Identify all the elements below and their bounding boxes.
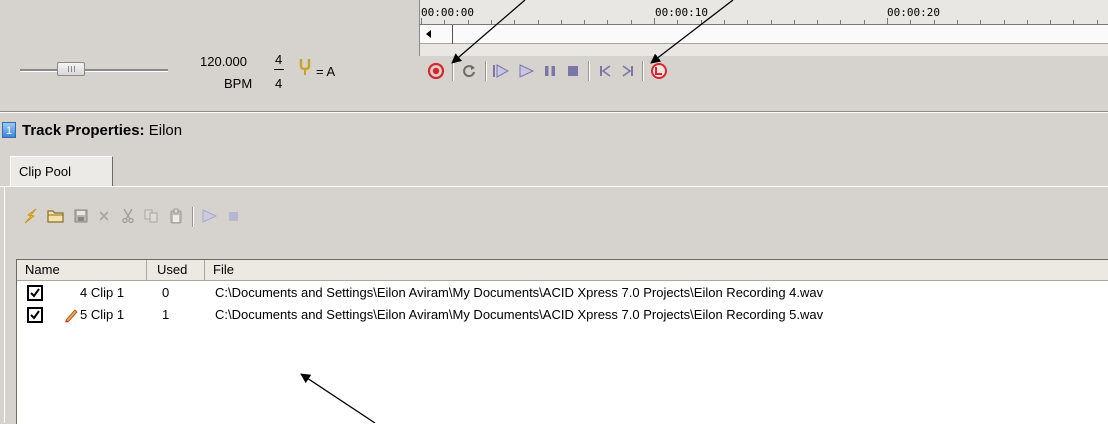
paste-icon xyxy=(170,208,182,224)
stop-icon xyxy=(229,212,238,221)
track-number-icon: 1 xyxy=(2,122,16,138)
pause-icon xyxy=(545,66,555,76)
play-from-start-icon xyxy=(493,64,510,78)
time-signature-denominator[interactable]: 4 xyxy=(275,76,282,91)
playhead[interactable] xyxy=(452,25,453,44)
master-volume-slider-track[interactable] xyxy=(20,69,168,72)
row-checkbox[interactable] xyxy=(27,307,43,323)
pane-divider-highlight xyxy=(0,112,1108,113)
record-clip-button[interactable] xyxy=(20,204,42,228)
pencil-icon xyxy=(65,309,78,323)
go-to-start-button[interactable] xyxy=(594,57,616,85)
stop-clip-button[interactable] xyxy=(222,204,244,228)
timeline-mark: 00:00:20 xyxy=(887,6,940,19)
toolbar-separator xyxy=(485,61,487,81)
toolbar-separator xyxy=(452,61,454,81)
track-properties-title: Track Properties: Eilon xyxy=(22,122,182,139)
delete-icon xyxy=(99,211,109,221)
clip-name[interactable]: 4 Clip 1 xyxy=(80,282,124,304)
column-header-file[interactable]: File xyxy=(205,260,1108,280)
toolbar-separator xyxy=(192,207,194,227)
timeline-mark: 00:00:10 xyxy=(655,6,708,19)
go-to-end-button[interactable] xyxy=(617,57,639,85)
loop-icon xyxy=(463,65,475,78)
column-header-name[interactable]: Name xyxy=(17,260,147,280)
go-to-start-icon xyxy=(600,65,611,77)
toolbar-separator xyxy=(588,61,590,81)
loop-button[interactable] xyxy=(458,57,480,85)
column-header-used[interactable]: Used xyxy=(147,260,205,280)
copy-icon xyxy=(144,209,158,223)
play-clip-button[interactable] xyxy=(198,204,220,228)
list-header: Name Used File xyxy=(17,260,1108,281)
tempo-value[interactable]: 120.000 xyxy=(200,54,247,69)
paste-button[interactable] xyxy=(165,204,187,228)
save-button[interactable] xyxy=(70,204,92,228)
clip-file-path: C:\Documents and Settings\Eilon Aviram\M… xyxy=(215,285,824,300)
clip-used-count: 1 xyxy=(162,307,170,322)
pitch-label[interactable]: = A xyxy=(316,64,335,79)
timeline-mark: 00:00:00 xyxy=(421,6,474,19)
cut-icon xyxy=(122,208,134,224)
cut-button[interactable] xyxy=(117,204,139,228)
checkmark-icon xyxy=(30,310,40,320)
track-properties-label: Track Properties: xyxy=(22,122,145,139)
clip-used-count: 0 xyxy=(162,285,170,300)
checkmark-icon xyxy=(30,288,40,298)
stop-icon xyxy=(568,66,578,76)
clip-file-path: C:\Documents and Settings\Eilon Aviram\M… xyxy=(215,307,824,322)
tab-panel-border xyxy=(4,186,5,423)
open-folder-button[interactable] xyxy=(45,204,67,228)
timeline-scrollbar[interactable] xyxy=(420,25,1108,44)
table-row[interactable]: 5 Clip 1 1 C:\Documents and Settings\Eil… xyxy=(17,304,1108,326)
folder-open-icon xyxy=(47,210,64,223)
record-button[interactable] xyxy=(425,57,447,85)
record-icon xyxy=(427,62,445,80)
metronome-button[interactable] xyxy=(648,57,670,85)
go-to-end-icon xyxy=(622,65,633,77)
track-name: Eilon xyxy=(148,122,183,139)
play-icon xyxy=(202,209,218,223)
toolbar-separator xyxy=(642,61,644,81)
table-row[interactable]: 4 Clip 1 0 C:\Documents and Settings\Eil… xyxy=(17,282,1108,304)
pause-button[interactable] xyxy=(539,57,561,85)
scroll-left-arrow-icon[interactable] xyxy=(421,27,437,41)
time-signature-divider xyxy=(274,69,284,70)
play-icon xyxy=(519,64,535,78)
clip-name[interactable]: 5 Clip 1 xyxy=(80,304,124,326)
tuning-fork-icon[interactable] xyxy=(298,58,312,76)
row-checkbox[interactable] xyxy=(27,285,43,301)
master-volume-slider-thumb[interactable] xyxy=(57,62,85,76)
metronome-icon xyxy=(651,63,667,79)
lightning-icon xyxy=(24,208,37,224)
tab-clip-pool[interactable]: Clip Pool xyxy=(10,156,113,186)
tempo-unit: BPM xyxy=(224,76,253,91)
tab-strip-baseline xyxy=(0,186,1108,187)
stop-button[interactable] xyxy=(562,57,584,85)
delete-button[interactable] xyxy=(93,204,115,228)
play-button[interactable] xyxy=(515,57,537,85)
save-icon xyxy=(74,209,88,223)
play-from-start-button[interactable] xyxy=(490,57,512,85)
time-signature-numerator[interactable]: 4 xyxy=(275,52,282,67)
copy-button[interactable] xyxy=(140,204,162,228)
